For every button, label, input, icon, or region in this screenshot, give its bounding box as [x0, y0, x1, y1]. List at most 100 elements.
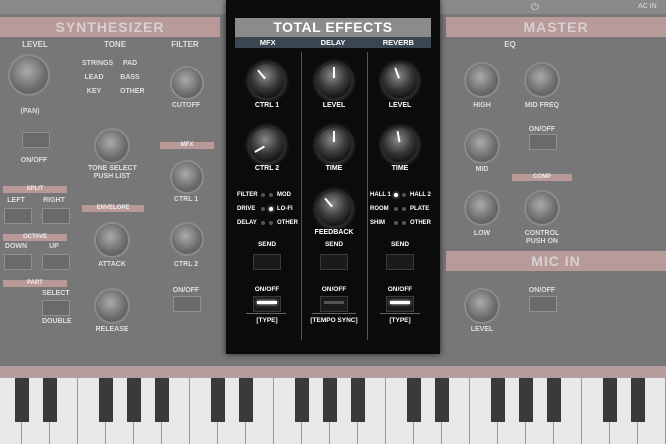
delay-send-button[interactable]	[320, 254, 348, 270]
reverb-type-rule	[380, 313, 420, 314]
ghost-mfx-onoff-button	[173, 296, 201, 312]
ghost-bass-label: BASS	[120, 74, 140, 81]
reverb-send-button[interactable]	[386, 254, 414, 270]
ghost-attack-knob	[96, 224, 128, 256]
ghost-push-list-label: PUSH LIST	[93, 173, 131, 180]
black-key	[295, 378, 309, 422]
keyboard-strip	[0, 366, 666, 378]
tone-header: TONE	[103, 40, 127, 49]
mfx-mod-led	[269, 193, 273, 197]
black-key	[43, 378, 57, 422]
reverb-plate-label: PLATE	[410, 206, 430, 212]
delay-onoff-button[interactable]	[320, 296, 348, 312]
mfx-delay-label: DELAY	[237, 220, 257, 226]
ghost-high-label: HIGH	[473, 102, 491, 109]
ghost-key-label: KEY	[86, 88, 102, 95]
ghost-other-label: OTHER	[120, 88, 145, 95]
power-icon: ⏻	[531, 2, 539, 13]
black-key	[239, 378, 253, 422]
black-key	[519, 378, 533, 422]
ghost-mfx-label: MFX	[160, 142, 214, 149]
black-key	[547, 378, 561, 422]
reverb-room-led	[394, 207, 398, 211]
mfx-type-rule	[246, 313, 286, 314]
delay-time-knob[interactable]	[317, 128, 351, 162]
delay-level-knob[interactable]	[317, 64, 351, 98]
mfx-onoff-led	[257, 301, 277, 304]
black-key	[407, 378, 421, 422]
ghost-control-knob	[526, 192, 558, 224]
ghost-double-label: DOUBLE	[42, 318, 72, 325]
ghost-down-label: DOWN	[4, 243, 28, 250]
reverb-level-label: LEVEL	[388, 102, 412, 109]
ghost-push-on-label: PUSH ON	[526, 238, 558, 245]
ghost-envelope-label: ENVELOPE	[82, 205, 144, 212]
ghost-right-button	[42, 208, 70, 224]
reverb-onoff-label: ON/OFF	[387, 286, 413, 293]
reverb-hall2-label: HALL 2	[410, 192, 431, 198]
total-effects-panel: TOTAL EFFECTS MFX DELAY REVERB CTRL 1 CT…	[226, 0, 440, 354]
mfx-ctrl2-label: CTRL 2	[254, 165, 280, 172]
mfx-delay-led	[261, 221, 265, 225]
mfx-send-label: SEND	[257, 241, 277, 248]
reverb-time-knob[interactable]	[383, 128, 417, 162]
column-divider	[367, 52, 368, 340]
reverb-shim-led	[394, 221, 398, 225]
reverb-other-label: OTHER	[410, 220, 431, 226]
ghost-mic-level-knob	[466, 290, 498, 322]
delay-time-label: TIME	[325, 165, 343, 172]
mfx-mod-label: MOD	[277, 192, 291, 198]
ghost-onoff-label: ON/OFF	[20, 157, 48, 164]
ghost-mic-level-label: LEVEL	[470, 326, 494, 333]
ghost-left-label: LEFT	[7, 197, 25, 204]
ghost-up-label: UP	[49, 243, 59, 250]
tab-reverb: REVERB	[382, 38, 414, 47]
reverb-onoff-button[interactable]	[386, 296, 414, 312]
reverb-plate-led	[402, 207, 406, 211]
black-key	[99, 378, 113, 422]
mfx-onoff-label: ON/OFF	[254, 286, 280, 293]
ac-in-label: AC IN	[638, 3, 657, 10]
delay-level-label: LEVEL	[322, 102, 346, 109]
ghost-comp-label: COMP	[512, 174, 572, 181]
ghost-ctrl1-knob	[172, 162, 202, 192]
ghost-tone-select-label: TONE SELECT	[88, 165, 137, 172]
mfx-other-led	[269, 221, 273, 225]
reverb-hall1-led	[394, 193, 398, 197]
reverb-level-knob[interactable]	[383, 64, 417, 98]
mfx-ctrl1-knob[interactable]	[250, 64, 284, 98]
eq-header: EQ	[504, 40, 516, 49]
ghost-octave-label: OCTAVE	[3, 234, 67, 241]
ghost-down-button	[4, 254, 32, 270]
delay-send-label: SEND	[324, 241, 344, 248]
mfx-ctrl1-label: CTRL 1	[254, 102, 280, 109]
reverb-room-label: ROOM	[370, 206, 389, 212]
black-key	[603, 378, 617, 422]
black-key	[631, 378, 645, 422]
ghost-ctrl1-label: CTRL 1	[173, 196, 199, 203]
reverb-hall2-led	[402, 193, 406, 197]
mfx-send-button[interactable]	[253, 254, 281, 270]
ghost-mid-knob	[466, 130, 498, 162]
ghost-low-knob	[466, 192, 498, 224]
level-header: LEVEL	[22, 40, 48, 49]
column-divider	[301, 52, 302, 340]
reverb-time-label: TIME	[391, 165, 409, 172]
master-title: MASTER	[446, 17, 666, 37]
ghost-cutoff-label: CUTOFF	[171, 102, 201, 109]
delay-tempo-sync-label: [TEMPO SYNC]	[310, 317, 358, 324]
ghost-mic-onoff-button	[529, 296, 557, 312]
panel-title: TOTAL EFFECTS	[235, 18, 431, 37]
tab-mfx: MFX	[259, 38, 276, 47]
ghost-onoff-button	[22, 132, 50, 148]
synthesizer-title: SYNTHESIZER	[0, 17, 220, 37]
reverb-other-led	[402, 221, 406, 225]
mfx-lofi-led	[269, 207, 273, 211]
ghost-select-button	[42, 300, 70, 316]
ghost-right-label: RIGHT	[43, 197, 65, 204]
reverb-hall1-label: HALL 1	[370, 192, 391, 198]
mfx-ctrl2-knob[interactable]	[250, 128, 284, 162]
mfx-onoff-button[interactable]	[253, 296, 281, 312]
reverb-onoff-led	[390, 301, 410, 304]
delay-feedback-knob[interactable]	[317, 192, 351, 226]
